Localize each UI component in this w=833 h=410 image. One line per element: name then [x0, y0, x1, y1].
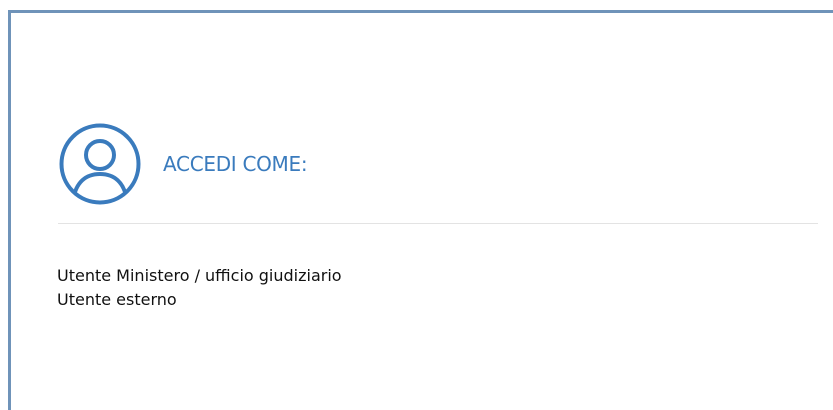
- login-header: ACCEDI COME:: [58, 119, 308, 209]
- login-panel: ACCEDI COME: Utente Ministero / ufficio …: [8, 10, 833, 410]
- user-circle-icon: [58, 122, 142, 206]
- page-title: ACCEDI COME:: [163, 152, 308, 176]
- login-option-esterno[interactable]: Utente esterno: [57, 288, 342, 312]
- login-option-ministero[interactable]: Utente Ministero / ufficio giudiziario: [57, 264, 342, 288]
- login-options-list: Utente Ministero / ufficio giudiziario U…: [57, 264, 342, 312]
- divider: [58, 223, 818, 224]
